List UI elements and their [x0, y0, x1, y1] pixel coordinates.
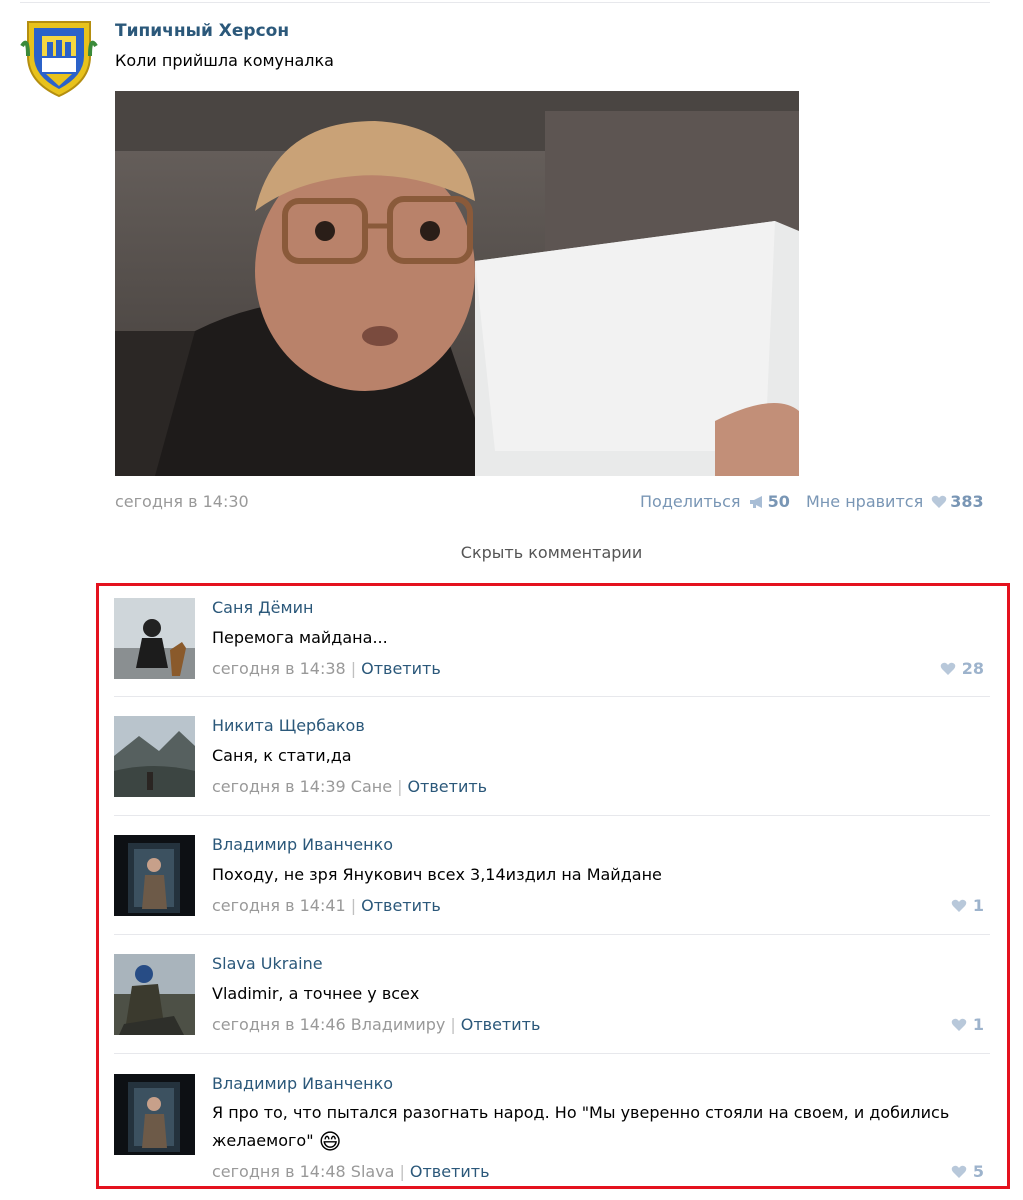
- comment-date[interactable]: сегодня в 14:38: [212, 659, 346, 678]
- comment-like-button[interactable]: 5: [951, 1162, 984, 1181]
- post-photo[interactable]: [115, 91, 799, 476]
- comment-avatar[interactable]: [114, 1074, 195, 1155]
- comment-meta: сегодня в 14:46 Владимиру | Ответить: [212, 1015, 541, 1034]
- heart-icon: [940, 659, 956, 678]
- comment-like-button[interactable]: 1: [951, 1015, 984, 1034]
- reply-link[interactable]: Ответить: [407, 777, 487, 796]
- comment-like-button[interactable]: 28: [940, 659, 984, 678]
- comment-date[interactable]: сегодня в 14:41: [212, 896, 346, 915]
- comment-like-button[interactable]: 1: [951, 896, 984, 915]
- comment-author[interactable]: Никита Щербаков: [212, 716, 365, 735]
- heart-icon: [931, 494, 947, 513]
- comment-avatar[interactable]: [114, 835, 195, 916]
- heart-icon: [951, 1015, 967, 1034]
- heart-icon: [951, 1162, 967, 1181]
- megaphone-icon: [749, 494, 765, 513]
- comment-like-count: 28: [961, 659, 984, 678]
- comment-text: Саня, к стати,да: [212, 746, 352, 765]
- share-label: Поделиться: [640, 492, 741, 511]
- comment-divider: [114, 934, 990, 935]
- comment-author[interactable]: Slava Ukraine: [212, 954, 323, 973]
- reply-link[interactable]: Ответить: [410, 1162, 490, 1181]
- hide-comments-link[interactable]: Скрыть комментарии: [0, 543, 1023, 562]
- group-avatar[interactable]: [20, 16, 98, 98]
- comment-divider: [114, 696, 990, 697]
- heart-icon: [951, 896, 967, 915]
- comment-avatar[interactable]: [114, 598, 195, 679]
- top-divider: [20, 2, 990, 3]
- comment-item: Владимир Иванченко Я про то, что пытался…: [114, 1074, 984, 1186]
- comment-author[interactable]: Владимир Иванченко: [212, 835, 393, 854]
- comment-item: Никита Щербаков Саня, к стати,да сегодня…: [114, 716, 984, 802]
- comment-date[interactable]: сегодня в 14:39 Сане: [212, 777, 392, 796]
- comment-text: Я про то, что пытался разогнать народ. Н…: [212, 1099, 972, 1157]
- like-count: 383: [950, 492, 984, 511]
- comment-meta: сегодня в 14:39 Сане | Ответить: [212, 777, 488, 796]
- comment-item: Slava Ukraine Vladimir, а точнее у всех …: [114, 954, 984, 1040]
- share-count: 50: [767, 492, 790, 511]
- comment-item: Владимир Иванченко Походу, не зря Януков…: [114, 835, 984, 921]
- comment-date[interactable]: сегодня в 14:46 Владимиру: [212, 1015, 445, 1034]
- comment-date[interactable]: сегодня в 14:48 Slava: [212, 1162, 394, 1181]
- comment-divider: [114, 815, 990, 816]
- like-button[interactable]: Мне нравится 383: [806, 492, 984, 513]
- comment-avatar[interactable]: [114, 716, 195, 797]
- comment-divider: [114, 1053, 990, 1054]
- share-button[interactable]: Поделиться 50: [640, 492, 790, 513]
- comment-meta: сегодня в 14:38 | Ответить: [212, 659, 441, 678]
- comment-author[interactable]: Саня Дёмин: [212, 598, 313, 617]
- like-label: Мне нравится: [806, 492, 924, 511]
- comment-text: Перемога майдана...: [212, 628, 388, 647]
- comment-like-count: 1: [972, 1015, 984, 1034]
- comment-avatar[interactable]: [114, 954, 195, 1035]
- post-text: Коли прийшла комуналка: [115, 51, 334, 70]
- comment-author[interactable]: Владимир Иванченко: [212, 1074, 393, 1093]
- comment-meta: сегодня в 14:48 Slava | Ответить: [212, 1162, 490, 1181]
- reply-link[interactable]: Ответить: [361, 896, 441, 915]
- reply-link[interactable]: Ответить: [461, 1015, 541, 1034]
- post-date[interactable]: сегодня в 14:30: [115, 492, 249, 511]
- group-name-link[interactable]: Типичный Херсон: [115, 21, 289, 41]
- coat-of-arms-icon: [20, 21, 98, 98]
- comment-like-count: 1: [972, 896, 984, 915]
- comment-item: Саня Дёмин Перемога майдана... сегодня в…: [114, 598, 984, 684]
- comment-text: Походу, не зря Янукович всех 3,14издил н…: [212, 865, 662, 884]
- smile-emoji-icon: 😄: [318, 1130, 342, 1155]
- comment-like-count: 5: [972, 1162, 984, 1181]
- comment-meta: сегодня в 14:41 | Ответить: [212, 896, 441, 915]
- reply-link[interactable]: Ответить: [361, 659, 441, 678]
- comment-text: Vladimir, а точнее у всех: [212, 984, 420, 1003]
